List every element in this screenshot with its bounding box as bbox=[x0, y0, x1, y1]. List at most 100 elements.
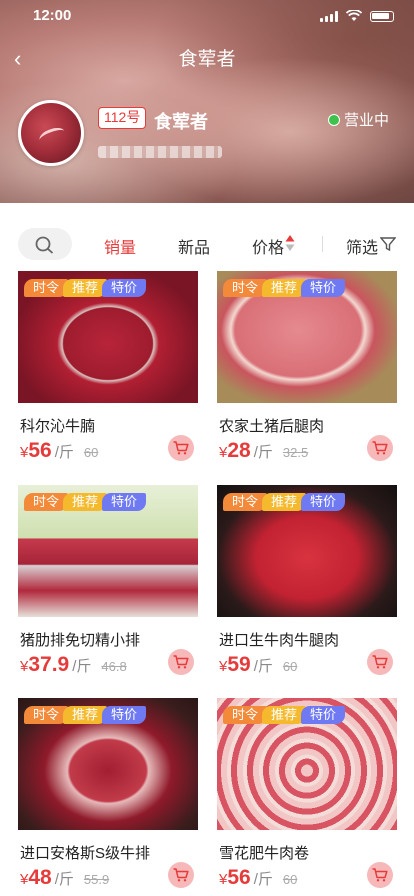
sort-filter-bar: 销量 新品 价格 筛选 bbox=[0, 228, 414, 260]
product-tags: 时令 推荐 特价 bbox=[223, 706, 346, 724]
product-price: 37.9 bbox=[28, 653, 70, 676]
add-to-cart-button[interactable] bbox=[367, 435, 393, 461]
tag-recommend: 推荐 bbox=[262, 706, 307, 724]
open-status: 营业中 bbox=[328, 109, 389, 130]
product-name[interactable]: 雪花肥牛肉卷 bbox=[219, 842, 309, 863]
status-bar: 12:00 bbox=[0, 0, 414, 32]
product-card[interactable]: 时令 推荐 特价 进口安格斯S级牛排 ¥ 48 /斤 55.9 bbox=[18, 698, 198, 889]
product-card[interactable]: 时令 推荐 特价 科尔沁牛腩 ¥ 56 /斤 60 bbox=[18, 271, 198, 462]
product-tags: 时令 推荐 特价 bbox=[24, 706, 147, 724]
product-tags: 时令 推荐 特价 bbox=[24, 493, 147, 511]
search-button[interactable] bbox=[18, 228, 72, 260]
cart-icon bbox=[173, 868, 189, 882]
tag-recommend: 推荐 bbox=[63, 706, 108, 724]
price-unit: /斤 bbox=[54, 444, 74, 461]
tag-recommend: 推荐 bbox=[262, 493, 307, 511]
tag-seasonal: 时令 bbox=[24, 279, 69, 297]
product-name[interactable]: 农家土猪后腿肉 bbox=[219, 415, 324, 436]
add-to-cart-button[interactable] bbox=[168, 862, 194, 888]
product-image[interactable]: 时令 推荐 特价 bbox=[217, 698, 397, 830]
price-line: ¥ 37.9 /斤 46.8 bbox=[20, 653, 127, 677]
product-card[interactable]: 时令 推荐 特价 进口生牛肉牛腿肉 ¥ 59 /斤 60 bbox=[217, 485, 397, 676]
shop-header-banner: 12:00 ‹ 食荤者 112号 食荤者 营业中 bbox=[0, 0, 414, 203]
product-card[interactable]: 时令 推荐 特价 雪花肥牛肉卷 ¥ 56 /斤 60 bbox=[217, 698, 397, 889]
battery-icon bbox=[370, 10, 394, 22]
price-line: ¥ 59 /斤 60 bbox=[219, 653, 297, 677]
masked-phone-number bbox=[98, 146, 222, 158]
tag-seasonal: 时令 bbox=[24, 493, 69, 511]
shop-name: 食荤者 bbox=[154, 112, 208, 132]
product-name[interactable]: 科尔沁牛腩 bbox=[20, 415, 95, 436]
tag-special: 特价 bbox=[301, 493, 346, 511]
product-image[interactable]: 时令 推荐 特价 bbox=[217, 485, 397, 617]
product-name[interactable]: 猪肋排免切精小排 bbox=[20, 629, 140, 650]
price-line: ¥ 28 /斤 32.5 bbox=[219, 439, 308, 463]
tag-special: 特价 bbox=[102, 493, 147, 511]
product-image[interactable]: 时令 推荐 特价 bbox=[18, 485, 198, 617]
add-to-cart-button[interactable] bbox=[168, 649, 194, 675]
cart-icon bbox=[372, 441, 388, 455]
price-line: ¥ 56 /斤 60 bbox=[219, 866, 297, 890]
tag-recommend: 推荐 bbox=[63, 493, 108, 511]
product-tags: 时令 推荐 特价 bbox=[223, 279, 346, 297]
price-unit: /斤 bbox=[253, 658, 273, 675]
price-unit: /斤 bbox=[253, 444, 273, 461]
tab-price[interactable]: 价格 bbox=[252, 234, 284, 258]
tag-seasonal: 时令 bbox=[223, 706, 268, 724]
product-tags: 时令 推荐 特价 bbox=[24, 279, 147, 297]
status-time: 12:00 bbox=[33, 7, 72, 24]
currency-symbol: ¥ bbox=[219, 871, 228, 888]
filter-divider bbox=[322, 236, 323, 252]
price-unit: /斤 bbox=[72, 658, 92, 675]
signal-icon bbox=[320, 10, 338, 22]
tab-filter[interactable]: 筛选 bbox=[346, 234, 378, 258]
tab-new[interactable]: 新品 bbox=[178, 234, 210, 258]
price-unit: /斤 bbox=[54, 871, 74, 888]
tag-seasonal: 时令 bbox=[223, 279, 268, 297]
product-price: 59 bbox=[227, 653, 251, 676]
product-price: 48 bbox=[28, 866, 52, 889]
store-number-badge: 112号 bbox=[98, 107, 147, 129]
original-price: 60 bbox=[83, 445, 99, 460]
product-image[interactable]: 时令 推荐 特价 bbox=[18, 698, 198, 830]
currency-symbol: ¥ bbox=[20, 658, 29, 675]
currency-symbol: ¥ bbox=[20, 871, 29, 888]
wifi-icon bbox=[346, 10, 362, 21]
nav-bar: ‹ 食荤者 bbox=[0, 40, 414, 72]
tag-special: 特价 bbox=[301, 279, 346, 297]
currency-symbol: ¥ bbox=[219, 658, 228, 675]
product-card[interactable]: 时令 推荐 特价 农家土猪后腿肉 ¥ 28 /斤 32.5 bbox=[217, 271, 397, 462]
product-name[interactable]: 进口生牛肉牛腿肉 bbox=[219, 629, 339, 650]
product-name[interactable]: 进口安格斯S级牛排 bbox=[20, 842, 150, 863]
price-line: ¥ 56 /斤 60 bbox=[20, 439, 98, 463]
cart-icon bbox=[173, 655, 189, 669]
tag-recommend: 推荐 bbox=[262, 279, 307, 297]
open-status-label: 营业中 bbox=[344, 112, 390, 129]
search-icon bbox=[35, 236, 54, 254]
product-tags: 时令 推荐 特价 bbox=[223, 493, 346, 511]
price-unit: /斤 bbox=[253, 871, 273, 888]
product-price: 56 bbox=[227, 866, 251, 889]
filter-funnel-icon bbox=[380, 237, 396, 252]
original-price: 46.8 bbox=[101, 659, 127, 674]
add-to-cart-button[interactable] bbox=[367, 649, 393, 675]
open-dot-icon bbox=[328, 113, 340, 126]
tag-seasonal: 时令 bbox=[223, 493, 268, 511]
product-image[interactable]: 时令 推荐 特价 bbox=[18, 271, 198, 403]
currency-symbol: ¥ bbox=[219, 444, 228, 461]
product-image[interactable]: 时令 推荐 特价 bbox=[217, 271, 397, 403]
product-price: 56 bbox=[28, 439, 52, 462]
price-line: ¥ 48 /斤 55.9 bbox=[20, 866, 109, 890]
original-price: 55.9 bbox=[83, 872, 110, 887]
original-price: 32.5 bbox=[282, 445, 309, 460]
page-title: 食荤者 bbox=[178, 49, 236, 70]
product-price: 28 bbox=[227, 439, 251, 462]
add-to-cart-button[interactable] bbox=[168, 435, 194, 461]
tag-recommend: 推荐 bbox=[63, 279, 108, 297]
original-price: 60 bbox=[282, 659, 298, 674]
tab-sales[interactable]: 销量 bbox=[104, 234, 136, 258]
currency-symbol: ¥ bbox=[20, 444, 29, 461]
cart-icon bbox=[173, 441, 189, 455]
product-card[interactable]: 时令 推荐 特价 猪肋排免切精小排 ¥ 37.9 /斤 46.8 bbox=[18, 485, 198, 676]
add-to-cart-button[interactable] bbox=[367, 862, 393, 888]
